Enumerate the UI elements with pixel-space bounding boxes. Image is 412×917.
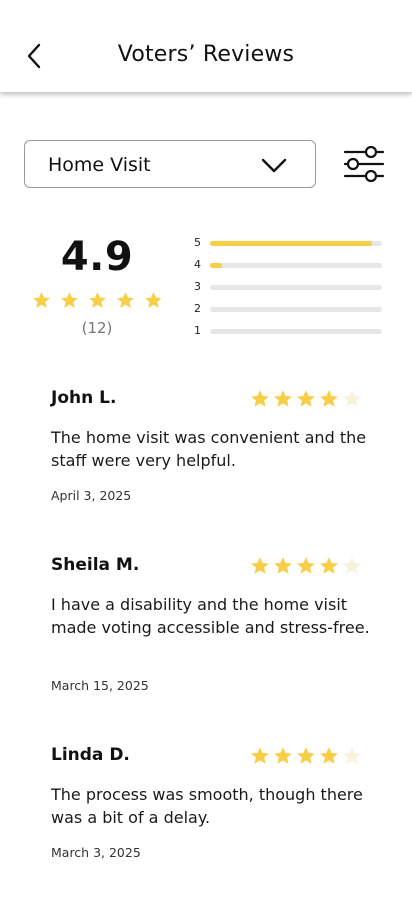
review-date: April 3, 2025 bbox=[51, 488, 132, 503]
app-header: Voters’ Reviews bbox=[0, 0, 412, 92]
star-icon bbox=[250, 389, 270, 409]
star-icon bbox=[319, 746, 339, 766]
review-text: The process was smooth, though there was… bbox=[51, 785, 363, 827]
star-icon bbox=[296, 389, 316, 409]
sliders-icon bbox=[343, 145, 385, 183]
rating-bar-label: 5 bbox=[194, 236, 201, 249]
rating-bar-row: 2 bbox=[194, 302, 384, 316]
rating-bar-row: 3 bbox=[194, 280, 384, 294]
star-icon bbox=[319, 389, 339, 409]
review-count: (12) bbox=[81, 319, 113, 337]
star-icon bbox=[32, 291, 51, 310]
reviewer-name: Linda D. bbox=[51, 745, 130, 765]
star-icon bbox=[273, 389, 293, 409]
star-icon bbox=[273, 746, 293, 766]
star-icon bbox=[273, 556, 293, 576]
page-title: Voters’ Reviews bbox=[117, 42, 295, 67]
star-icon bbox=[342, 389, 362, 409]
star-icon bbox=[88, 291, 107, 310]
dropdown-selected-value: Home Visit bbox=[48, 154, 151, 176]
average-rating: 4.9 bbox=[60, 234, 134, 280]
star-icon bbox=[60, 291, 79, 310]
rating-bar-fill bbox=[210, 263, 223, 268]
star-icon bbox=[319, 556, 339, 576]
average-rating-stars bbox=[32, 291, 172, 311]
review-stars bbox=[250, 556, 365, 576]
review-date: March 3, 2025 bbox=[51, 845, 141, 860]
star-icon bbox=[144, 291, 163, 310]
reviewer-name: John L. bbox=[51, 388, 117, 408]
rating-bar-row: 1 bbox=[194, 324, 384, 338]
rating-bar-track bbox=[210, 307, 382, 312]
star-icon bbox=[296, 556, 316, 576]
rating-bar-fill bbox=[210, 241, 372, 246]
rating-bar-row: 5 bbox=[194, 236, 384, 250]
rating-bar-label: 4 bbox=[194, 258, 201, 271]
chevron-down-icon bbox=[261, 158, 287, 173]
rating-bar-track bbox=[210, 329, 382, 334]
star-icon bbox=[342, 746, 362, 766]
review-stars bbox=[250, 389, 365, 409]
filter-button[interactable] bbox=[342, 144, 386, 184]
star-icon bbox=[250, 746, 270, 766]
star-icon bbox=[116, 291, 135, 310]
review-text: I have a disability and the home visit m… bbox=[51, 595, 370, 637]
star-icon bbox=[342, 556, 362, 576]
rating-bar-track bbox=[210, 263, 382, 268]
star-icon bbox=[250, 556, 270, 576]
star-icon bbox=[296, 746, 316, 766]
reviewer-name: Sheila M. bbox=[51, 555, 140, 575]
rating-bar-track bbox=[210, 285, 382, 290]
review-stars bbox=[250, 746, 365, 766]
review-date: March 15, 2025 bbox=[51, 678, 149, 693]
rating-bar-row: 4 bbox=[194, 258, 384, 272]
rating-bar-label: 2 bbox=[194, 302, 201, 315]
rating-bar-label: 1 bbox=[194, 324, 201, 337]
visit-type-dropdown[interactable]: Home Visit bbox=[24, 140, 316, 188]
rating-bar-label: 3 bbox=[194, 280, 201, 293]
review-text: The home visit was convenient and the st… bbox=[51, 428, 367, 470]
rating-bar-track bbox=[210, 241, 382, 246]
